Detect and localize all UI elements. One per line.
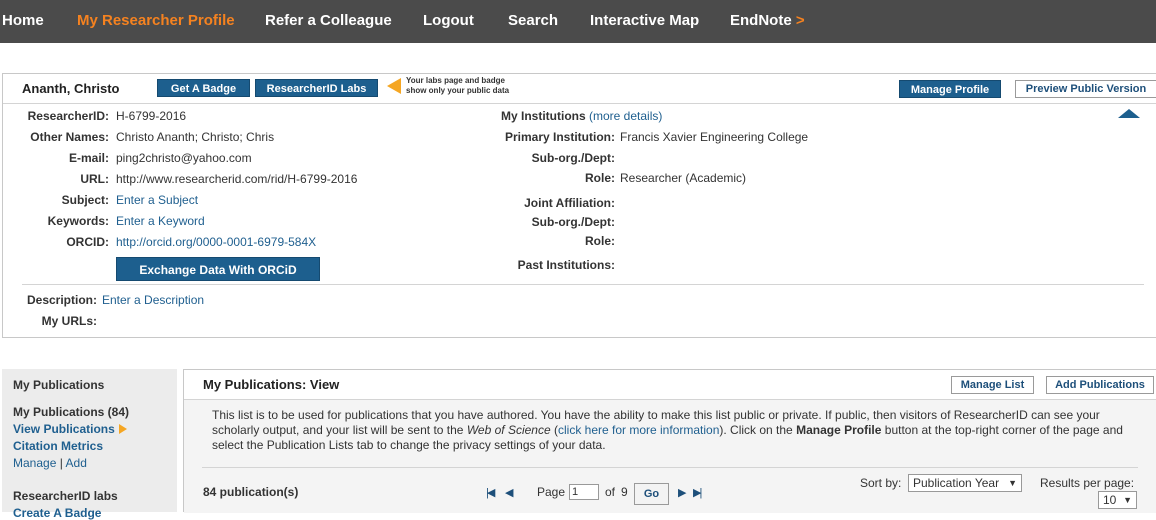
joint-role-label: Role: xyxy=(585,234,615,248)
nav-endnote[interactable]: EndNote > xyxy=(730,12,805,29)
preview-public-version-button[interactable]: Preview Public Version xyxy=(1015,80,1156,98)
description-label: Description: xyxy=(26,293,97,307)
dropdown-caret-icon: ▼ xyxy=(1008,478,1017,488)
sidebar-separator: | xyxy=(59,456,63,470)
page-label: Page xyxy=(537,485,566,499)
page-number-input[interactable]: 1 xyxy=(569,484,599,500)
sort-by-select[interactable]: Publication Year ▼ xyxy=(908,474,1022,492)
collapse-up-icon[interactable] xyxy=(1118,109,1140,118)
joint-suborg-dept-label: Sub-org./Dept: xyxy=(531,215,615,229)
nav-refer-colleague[interactable]: Refer a Colleague xyxy=(265,12,392,29)
researcherid-labs-button[interactable]: ResearcherID Labs xyxy=(255,79,378,97)
publications-body: This list is to be used for publications… xyxy=(184,400,1156,513)
last-page-icon[interactable]: ▶| xyxy=(693,486,702,499)
sidebar-my-publications-heading: My Publications xyxy=(13,378,105,392)
sort-by-label: Sort by: xyxy=(860,476,902,490)
primary-institution-value: Francis Xavier Engineering College xyxy=(620,130,809,144)
sidebar-researcherid-labs-heading: ResearcherID labs xyxy=(13,489,118,503)
sidebar-item-citation-metrics[interactable]: Citation Metrics xyxy=(13,439,103,453)
get-badge-button[interactable]: Get A Badge xyxy=(157,79,250,97)
joint-affiliation-label: Joint Affiliation: xyxy=(524,196,615,210)
results-per-page-label: Results per page: xyxy=(1040,476,1135,490)
labs-note-line1: Your labs page and badge xyxy=(406,76,505,85)
nav-search[interactable]: Search xyxy=(508,12,558,29)
results-per-page-value: 10 xyxy=(1103,493,1117,507)
arrow-left-icon xyxy=(387,78,401,94)
notice-text-3: ). Click on the xyxy=(719,423,797,437)
publications-divider xyxy=(202,467,1138,468)
results-per-page-select[interactable]: 10 ▼ xyxy=(1098,491,1137,509)
sidebar-view-publications-label: View Publications xyxy=(13,422,115,436)
suborg-dept-label: Sub-org./Dept: xyxy=(531,151,615,165)
previous-page-icon[interactable]: ◀ xyxy=(505,486,514,499)
left-sidebar: My Publications My Publications (84) Vie… xyxy=(2,369,177,520)
privacy-notice: This list is to be used for publications… xyxy=(212,408,1132,453)
role-label: Role: xyxy=(585,171,615,185)
next-page-icon[interactable]: ▶ xyxy=(678,486,687,499)
nav-home[interactable]: Home xyxy=(2,12,44,29)
past-institutions-label: Past Institutions: xyxy=(517,258,615,272)
sort-by-value: Publication Year xyxy=(913,476,1000,490)
orcid-link[interactable]: http://orcid.org/0000-0001-6979-584X xyxy=(116,235,316,249)
researcherid-value: H-6799-2016 xyxy=(116,109,187,123)
nav-interactive-map[interactable]: Interactive Map xyxy=(590,12,699,29)
enter-description-link[interactable]: Enter a Description xyxy=(102,293,204,307)
orcid-label: ORCID: xyxy=(66,235,109,249)
top-navigation-bar: Home My Researcher Profile Refer a Colle… xyxy=(0,0,1156,43)
publications-header: My Publications: View Manage List Add Pu… xyxy=(184,370,1156,400)
nav-endnote-label: EndNote xyxy=(730,12,792,29)
arrow-right-icon xyxy=(118,424,127,434)
labs-note-line2: show only your public data xyxy=(406,86,510,95)
of-label: of xyxy=(605,485,616,499)
sidebar-item-view-publications[interactable]: View Publications xyxy=(13,422,127,436)
sidebar-item-create-badge[interactable]: Create A Badge xyxy=(13,506,101,520)
nav-logout[interactable]: Logout xyxy=(423,12,474,29)
notice-text-2: ( xyxy=(550,423,558,437)
nav-endnote-arrow-icon: > xyxy=(795,12,805,29)
publications-panel: My Publications: View Manage List Add Pu… xyxy=(183,369,1156,513)
publications-title: My Publications: View xyxy=(203,377,340,392)
manage-list-button[interactable]: Manage List xyxy=(951,376,1034,394)
other-names-label: Other Names: xyxy=(30,130,109,144)
role-value: Researcher (Academic) xyxy=(620,171,747,185)
profile-panel: Ananth, Christo Get A Badge ResearcherID… xyxy=(2,73,1156,338)
my-institutions-heading: My Institutions xyxy=(501,109,586,123)
researcher-name: Ananth, Christo xyxy=(22,81,120,96)
enter-keyword-link[interactable]: Enter a Keyword xyxy=(116,214,205,228)
add-publications-button[interactable]: Add Publications xyxy=(1046,376,1154,394)
more-information-link[interactable]: click here for more information xyxy=(558,423,719,437)
enter-subject-link[interactable]: Enter a Subject xyxy=(116,193,198,207)
publication-count: 84 publication(s) xyxy=(203,485,299,499)
sidebar-manage-add-row: Manage | Add xyxy=(13,456,87,470)
my-urls-label: My URLs: xyxy=(41,314,97,328)
email-value: ping2christo@yahoo.com xyxy=(116,151,252,165)
notice-web-of-science: Web of Science xyxy=(466,423,551,437)
sidebar-item-manage[interactable]: Manage xyxy=(13,456,56,470)
url-label: URL: xyxy=(80,172,109,186)
other-names-value: Christo Ananth; Christo; Chris xyxy=(116,130,275,144)
more-details-link[interactable]: (more details) xyxy=(589,109,662,123)
exchange-orcid-button[interactable]: Exchange Data With ORCiD xyxy=(116,257,320,281)
first-page-icon[interactable]: |◀ xyxy=(486,486,495,499)
dropdown-caret-icon: ▼ xyxy=(1123,495,1132,505)
go-button[interactable]: Go xyxy=(634,483,669,505)
manage-profile-button[interactable]: Manage Profile xyxy=(899,80,1001,98)
primary-institution-label: Primary Institution: xyxy=(504,130,615,144)
nav-my-researcher-profile[interactable]: My Researcher Profile xyxy=(77,12,235,29)
keywords-label: Keywords: xyxy=(47,214,109,228)
labs-note: Your labs page and badge show only your … xyxy=(406,76,509,96)
url-value: http://www.researcherid.com/rid/H-6799-2… xyxy=(116,172,358,186)
profile-divider xyxy=(22,284,1144,285)
notice-manage-profile: Manage Profile xyxy=(796,423,882,437)
profile-header: Ananth, Christo Get A Badge ResearcherID… xyxy=(3,74,1156,104)
total-pages: 9 xyxy=(621,485,628,499)
subject-label: Subject: xyxy=(61,193,109,207)
email-label: E-mail: xyxy=(68,151,109,165)
sidebar-item-add[interactable]: Add xyxy=(66,456,87,470)
sidebar-my-publications-count: My Publications (84) xyxy=(13,405,130,419)
researcherid-label: ResearcherID: xyxy=(27,109,109,123)
